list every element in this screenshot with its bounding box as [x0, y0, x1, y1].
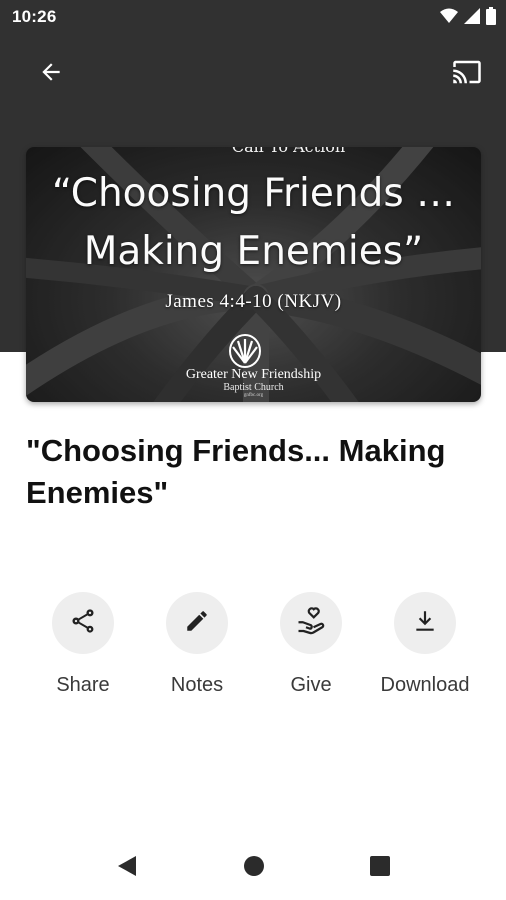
- arrow-back-icon: [38, 59, 64, 90]
- artwork-top-text: Call To Action: [26, 147, 481, 156]
- artwork-title-line2: Making Enemies”: [83, 229, 424, 274]
- sermon-artwork: Call To Action “Choosing Friends … Makin…: [26, 147, 481, 402]
- church-name: Greater New Friendship: [185, 367, 322, 382]
- nav-back-icon: [116, 854, 138, 883]
- pencil-icon: [184, 608, 210, 639]
- download-button-circle[interactable]: [394, 592, 456, 654]
- nav-home-icon: [243, 855, 265, 882]
- give-button[interactable]: Give: [251, 592, 371, 697]
- back-button[interactable]: [29, 52, 73, 96]
- nav-home-button[interactable]: [236, 850, 272, 886]
- church-url: gnfbc.org: [243, 393, 264, 398]
- status-bar: 10:26: [0, 0, 506, 36]
- system-nav-bar: [0, 836, 506, 900]
- cellular-signal-icon: [464, 7, 480, 29]
- status-icons: [440, 6, 496, 30]
- cast-icon: [450, 57, 484, 92]
- notes-button-circle[interactable]: [166, 592, 228, 654]
- give-button-circle[interactable]: [280, 592, 342, 654]
- battery-icon: [486, 6, 496, 30]
- share-button[interactable]: Share: [23, 592, 143, 697]
- download-icon: [412, 608, 438, 639]
- action-row: Share Notes Give Download: [0, 592, 506, 712]
- share-button-circle[interactable]: [52, 592, 114, 654]
- sermon-title: "Choosing Friends... Making Enemies": [26, 433, 446, 510]
- give-label: Give: [290, 674, 332, 696]
- wifi-icon: [440, 8, 458, 29]
- nav-recents-icon: [370, 855, 390, 881]
- artwork-title-line1: “Choosing Friends …: [51, 171, 456, 216]
- nav-recents-button[interactable]: [362, 850, 398, 886]
- nav-back-button[interactable]: [109, 850, 145, 886]
- download-label: Download: [380, 674, 470, 696]
- notes-label: Notes: [170, 674, 224, 696]
- artwork-title: “Choosing Friends … Making Enemies”: [26, 165, 481, 281]
- artwork-verse: James 4:4-10 (NKJV): [165, 291, 342, 312]
- give-hand-heart-icon: [296, 606, 326, 641]
- notes-button[interactable]: Notes: [137, 592, 257, 697]
- church-logo-icon: [225, 333, 265, 369]
- church-subtitle: Baptist Church: [223, 382, 284, 393]
- cast-button[interactable]: [445, 52, 489, 96]
- status-time: 10:26: [12, 7, 57, 26]
- share-label: Share: [56, 674, 110, 696]
- share-icon: [69, 607, 97, 640]
- download-button[interactable]: Download: [365, 592, 485, 697]
